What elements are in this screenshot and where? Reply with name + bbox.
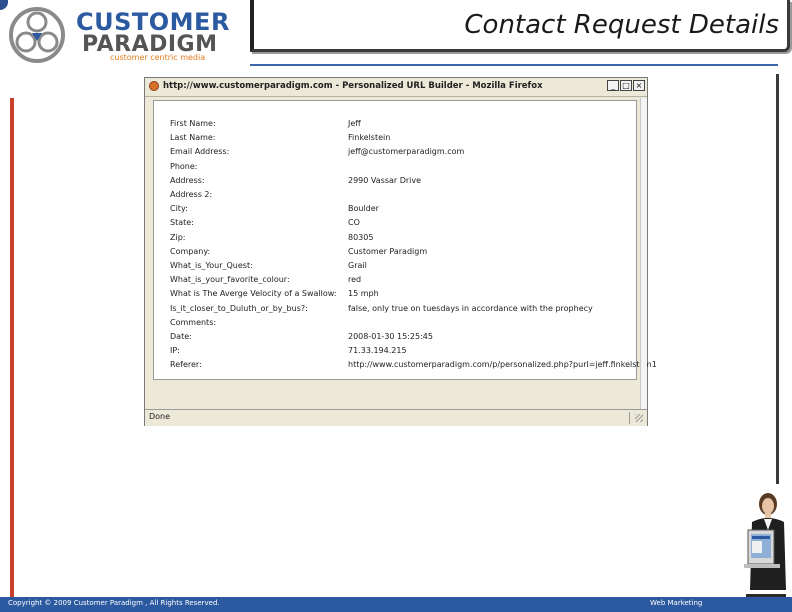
detail-row: IP: 71.33.194.215 [170, 346, 640, 360]
corner-accent [0, 0, 8, 10]
detail-value: 2008-01-30 15:25:45 [348, 332, 433, 341]
detail-label: First Name: [170, 119, 216, 128]
detail-value: 15 mph [348, 289, 379, 299]
detail-label: Zip: [170, 232, 186, 242]
detail-row: What_is_Your_Quest: Grail [170, 261, 640, 275]
detail-label: Address 2: [170, 190, 213, 199]
detail-value: Customer Paradigm [348, 246, 428, 256]
detail-value: Jeff [348, 119, 361, 128]
title-underline [250, 64, 778, 66]
company-logo-icon [9, 7, 65, 63]
resize-grip-icon[interactable] [635, 414, 643, 422]
browser-window: http://www.customerparadigm.com - Person… [144, 77, 657, 426]
detail-row: Phone: [170, 162, 640, 176]
detail-row: Referer: http://www.customerparadigm.com/… [170, 360, 657, 374]
detail-label: Company: [170, 246, 211, 256]
detail-label: Phone: [170, 161, 198, 171]
detail-value: false, only true on tuesdays in accordan… [348, 303, 593, 313]
detail-label: Date: [170, 332, 192, 341]
detail-value: Grail [348, 261, 367, 270]
slide-footer: Copyright © 2009 Customer Paradigm , All… [0, 597, 792, 612]
detail-row: Email Address: jeff@customerparadigm.com [170, 147, 640, 161]
browser-title: http://www.customerparadigm.com - Person… [163, 81, 543, 91]
detail-value: red [348, 275, 362, 285]
detail-value: CO [348, 218, 360, 228]
contact-details-panel: First Name: Jeff Last Name: Finkelstein Emai… [153, 100, 657, 380]
detail-label: What_is_Your_Quest: [170, 261, 253, 270]
minimize-button[interactable]: _ [607, 80, 619, 91]
detail-value: 71.33.194.215 [348, 346, 407, 356]
copyright-text: Copyright © 2009 Customer Paradigm , All… [8, 599, 220, 607]
detail-row: Zip: 80305 [170, 233, 640, 247]
detail-row: What_is_your_favorite_colour: red [170, 275, 640, 289]
detail-row: Date: 2008-01-30 15:25:45 [170, 332, 640, 346]
detail-row: What is The Averge Velocity of a Swallow… [170, 289, 640, 303]
detail-label: IP: [170, 346, 180, 356]
footer-section-label: Web Marketing [650, 599, 703, 607]
detail-row: Address: 2990 Vassar Drive [170, 176, 640, 190]
detail-value: jeff@customerparadigm.com [348, 147, 465, 157]
detail-row: First Name: Jeff [170, 119, 640, 133]
detail-value: Finkelstein [348, 133, 391, 143]
vertical-scrollbar[interactable] [640, 98, 647, 410]
slide-title: Contact Request Details [464, 10, 779, 40]
detail-label: State: [170, 218, 194, 228]
maximize-button[interactable]: □ [620, 80, 632, 91]
detail-label: Email Address: [170, 147, 230, 157]
detail-label: Address: [170, 175, 205, 185]
slide-title-box: Contact Request Details [250, 0, 790, 52]
close-button[interactable]: × [633, 80, 645, 91]
detail-row: Company: Customer Paradigm [170, 247, 640, 261]
browser-statusbar: Done [145, 409, 647, 426]
detail-row: Address 2: [170, 190, 640, 204]
detail-row: Last Name: Finkelstein [170, 133, 640, 147]
presenter-with-laptop-illustration [744, 493, 786, 600]
detail-row: Comments: [170, 318, 640, 332]
status-divider [629, 412, 630, 424]
right-accent-rule [776, 74, 779, 484]
left-accent-rule [10, 98, 14, 598]
detail-label: What is The Averge Velocity of a Swallow… [170, 289, 337, 299]
status-text: Done [149, 412, 171, 421]
detail-label: City: [170, 204, 188, 214]
detail-label: Is_it_closer_to_Duluth_or_by_bus?: [170, 303, 308, 313]
detail-value: 2990 Vassar Drive [348, 175, 422, 185]
detail-label: What_is_your_favorite_colour: [170, 275, 290, 285]
firefox-icon [149, 81, 159, 91]
detail-label: Referer: [170, 360, 202, 370]
detail-row: City: Boulder [170, 204, 640, 218]
logo-tagline: customer centric media [110, 53, 206, 62]
detail-row: Is_it_closer_to_Duluth_or_by_bus?: false,… [170, 304, 640, 318]
detail-value: 80305 [348, 232, 374, 242]
detail-label: Comments: [170, 317, 217, 327]
detail-row: State: CO [170, 218, 640, 232]
browser-titlebar: http://www.customerparadigm.com - Person… [145, 78, 647, 97]
detail-value: http://www.customerparadigm.com/p/person… [348, 360, 657, 370]
detail-value: Boulder [348, 204, 379, 214]
detail-label: Last Name: [170, 133, 216, 143]
